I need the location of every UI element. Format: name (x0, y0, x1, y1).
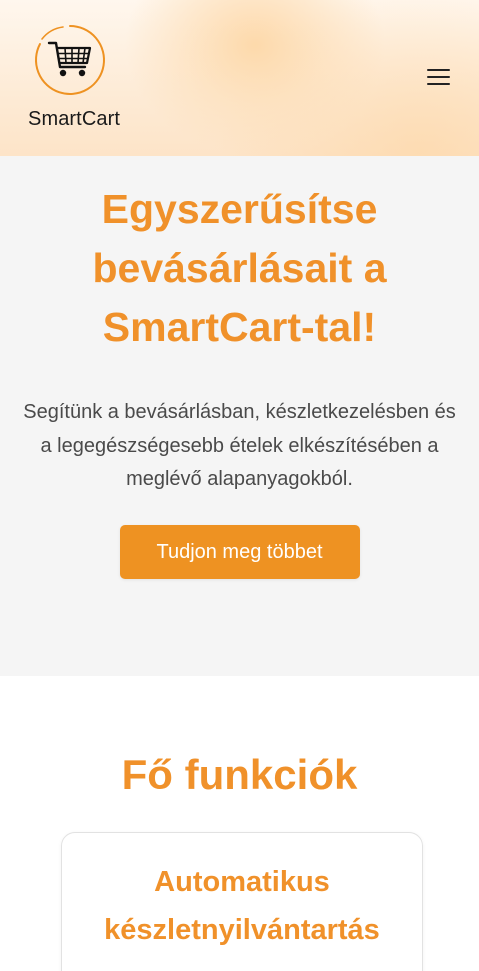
shopping-cart-icon (35, 25, 105, 95)
brand-name: SmartCart (28, 108, 121, 130)
site-header: SmartCart (0, 0, 479, 156)
feature-card: Automatikus készletnyilvántartás (61, 832, 423, 971)
learn-more-button[interactable]: Tudjon meg többet (119, 524, 360, 579)
hero-section: Egyszerűsítse bevásárlásait a SmartCart-… (0, 156, 479, 676)
feature-card-title: Automatikus készletnyilvántartás (104, 866, 380, 946)
features-title: Fő funkciók (121, 751, 358, 798)
features-section: Fő funkciók Automatikus készletnyilvánta… (0, 676, 479, 971)
hero-title: Egyszerűsítse bevásárlásait a SmartCart-… (92, 186, 387, 350)
hero-description: Segítünk a bevásárlásban, készletkezelés… (23, 401, 456, 490)
hamburger-menu-icon[interactable] (426, 66, 452, 88)
